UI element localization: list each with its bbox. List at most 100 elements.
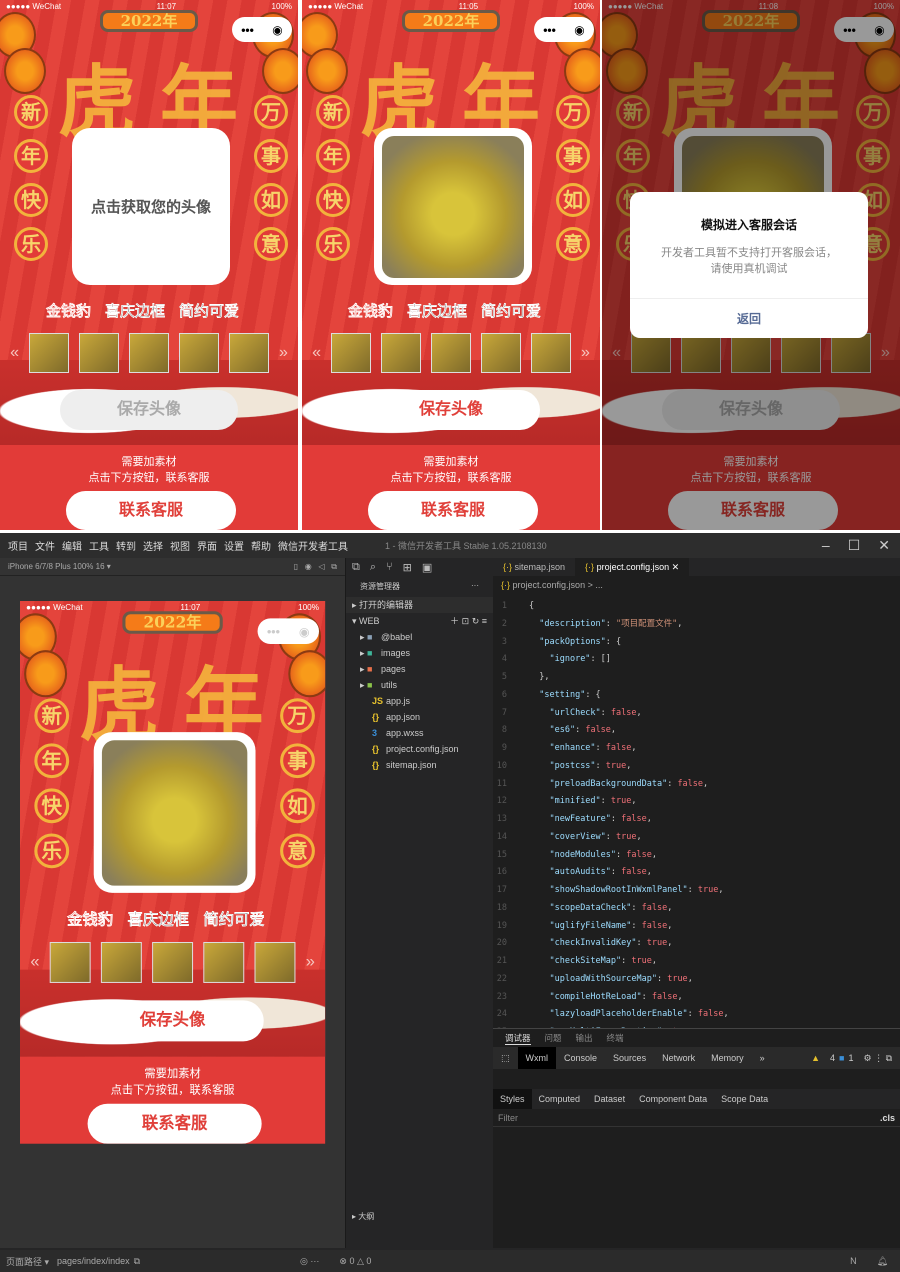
close-target-icon[interactable]: ◉ <box>272 23 282 37</box>
frame-thumbnail[interactable] <box>254 941 296 983</box>
debugger-tab[interactable]: 输出 <box>576 1032 593 1044</box>
category-tab[interactable]: 金钱豹 <box>67 911 113 929</box>
more-icon[interactable]: ••• <box>267 624 280 638</box>
contact-service-button[interactable]: 联系客服 <box>66 491 236 530</box>
styles-tab[interactable]: Component Data <box>632 1089 714 1109</box>
menu-item[interactable]: 帮助 <box>251 538 271 553</box>
menu-item[interactable]: 视图 <box>170 538 190 553</box>
root-folder[interactable]: ▾ WEB ＋ ⊡ ↻ ≡ <box>346 613 493 629</box>
expand-arrow-icon[interactable]: ▸ <box>360 680 367 690</box>
frame-thumbnail[interactable] <box>481 333 521 373</box>
styles-tab[interactable]: Dataset <box>587 1089 632 1109</box>
page-path-label[interactable]: 页面路径 ▾ <box>6 1255 49 1268</box>
frame-thumbnail[interactable] <box>179 333 219 373</box>
devtools-tab[interactable]: » <box>752 1047 773 1069</box>
more-icon[interactable]: ··· <box>471 581 479 592</box>
category-tab[interactable]: 喜庆边框 <box>105 303 165 320</box>
category-tab[interactable]: 简约可爱 <box>481 303 541 320</box>
menu-item[interactable]: 选择 <box>143 538 163 553</box>
chevron-left-icon[interactable]: « <box>312 344 321 362</box>
frame-thumbnail[interactable] <box>531 333 571 373</box>
expand-arrow-icon[interactable]: ▸ <box>360 632 367 642</box>
error-icon[interactable]: ⊗ 0 △ 0 <box>339 1256 371 1267</box>
frame-thumbnail[interactable] <box>79 333 119 373</box>
filter-input[interactable]: Filter <box>498 1109 518 1126</box>
tree-item[interactable]: ▸ ■ utils <box>346 677 493 693</box>
devtools-tab[interactable]: Console <box>556 1047 605 1069</box>
category-tab[interactable]: 喜庆边框 <box>407 303 467 320</box>
debugger-tab[interactable]: 调试器 <box>505 1032 531 1045</box>
menu-item[interactable]: 转到 <box>116 538 136 553</box>
frame-thumbnail[interactable] <box>100 941 142 983</box>
more-icon[interactable]: ••• <box>241 23 254 37</box>
warning-badge[interactable]: ▲ <box>803 1047 828 1069</box>
avatar-frame[interactable]: 点击获取您的头像 <box>72 128 230 285</box>
category-tab[interactable]: 简约可爱 <box>179 303 239 320</box>
tree-item[interactable]: ▸ ■ images <box>346 645 493 661</box>
close-icon[interactable]: ✕ <box>878 537 890 554</box>
preview-icon[interactable]: ◎ ··· <box>300 1256 319 1267</box>
close-tab-icon[interactable]: ✕ <box>669 562 680 572</box>
maximize-icon[interactable]: ☐ <box>848 537 861 554</box>
styles-tab[interactable]: Styles <box>493 1089 532 1109</box>
chevron-right-icon[interactable]: » <box>581 344 590 362</box>
menu-item[interactable]: 文件 <box>35 538 55 553</box>
bell-icon[interactable]: 🔔︎ <box>877 1256 888 1267</box>
category-tab[interactable]: 喜庆边框 <box>127 911 189 929</box>
frame-thumbnail[interactable] <box>129 333 169 373</box>
expand-arrow-icon[interactable]: ▸ <box>360 664 367 674</box>
chevron-right-icon[interactable]: » <box>306 953 315 971</box>
copy-icon[interactable]: ⧉ <box>134 1256 140 1267</box>
open-editors[interactable]: ▸ 打开的编辑器 <box>346 597 493 613</box>
devtools-tab[interactable]: Memory <box>703 1047 752 1069</box>
inspect-icon[interactable]: ⬚ <box>493 1047 518 1069</box>
activity-icons[interactable]: ⧉ ⌕ ⑂ ⊞ ▣ <box>346 558 493 576</box>
frame-thumbnail[interactable] <box>49 941 91 983</box>
close-target-icon[interactable]: ◉ <box>574 23 584 37</box>
avatar-prompt[interactable]: 点击获取您的头像 <box>91 196 211 217</box>
modal-return-button[interactable]: 返回 <box>630 298 868 338</box>
tree-item[interactable]: {} sitemap.json <box>346 757 493 773</box>
tree-item[interactable]: {} app.json <box>346 709 493 725</box>
frame-thumbnail[interactable] <box>203 941 245 983</box>
frame-thumbnail[interactable] <box>229 333 269 373</box>
styles-tab[interactable]: Scope Data <box>714 1089 775 1109</box>
styles-tab[interactable]: Computed <box>532 1089 588 1109</box>
info-badge[interactable]: ■ <box>837 1047 846 1069</box>
frame-thumbnail[interactable] <box>331 333 371 373</box>
capsule-menu[interactable]: ••• ◉ <box>257 618 320 645</box>
simulator-toolbar-icons[interactable]: ▯ ◉ ◁ ⧉ <box>294 562 337 572</box>
expand-arrow-icon[interactable]: ▸ <box>360 648 367 658</box>
tree-item[interactable]: ▸ ■ pages <box>346 661 493 677</box>
menu-item[interactable]: 工具 <box>89 538 109 553</box>
more-icon[interactable]: ••• <box>543 23 556 37</box>
frame-thumbnail[interactable] <box>381 333 421 373</box>
menu-item[interactable]: 项目 <box>8 538 28 553</box>
editor-tab[interactable]: {·} sitemap.json <box>493 558 575 576</box>
capsule-menu[interactable]: ••• ◉ <box>232 17 292 42</box>
explorer-actions[interactable]: ＋ ⊡ ↻ ≡ <box>450 613 487 629</box>
frame-thumbnail[interactable] <box>152 941 194 983</box>
debugger-tab[interactable]: 问题 <box>545 1032 562 1044</box>
chevron-left-icon[interactable]: « <box>30 953 39 971</box>
frame-thumbnail[interactable] <box>29 333 69 373</box>
category-tab[interactable]: 简约可爱 <box>203 911 265 929</box>
tree-item[interactable]: ▸ ■ @babel <box>346 629 493 645</box>
cls-toggle[interactable]: .cls <box>880 1109 895 1126</box>
avatar-frame[interactable] <box>374 128 532 285</box>
contact-service-button[interactable]: 联系客服 <box>87 1103 262 1144</box>
tree-item[interactable]: {} project.config.json <box>346 741 493 757</box>
save-avatar-button[interactable]: 保存头像 <box>60 390 238 430</box>
frame-thumbnail[interactable] <box>431 333 471 373</box>
menu-item[interactable]: 界面 <box>197 538 217 553</box>
tree-item[interactable]: JS app.js <box>346 693 493 709</box>
menu-item[interactable]: 微信开发者工具 <box>278 538 348 553</box>
device-select[interactable]: iPhone 6/7/8 Plus 100% 16 ▾ <box>8 562 111 571</box>
devtools-tab[interactable]: Wxml <box>517 1047 557 1069</box>
save-avatar-button[interactable]: 保存头像 <box>362 390 540 430</box>
devtools-tab[interactable]: Network <box>654 1047 703 1069</box>
gear-icon[interactable]: ⚙ ⋮ ⧉ <box>856 1047 900 1069</box>
outline-section[interactable]: ▸ 大纲 <box>352 1211 374 1222</box>
category-tab[interactable]: 金钱豹 <box>348 303 393 320</box>
tree-item[interactable]: 3 app.wxss <box>346 725 493 741</box>
